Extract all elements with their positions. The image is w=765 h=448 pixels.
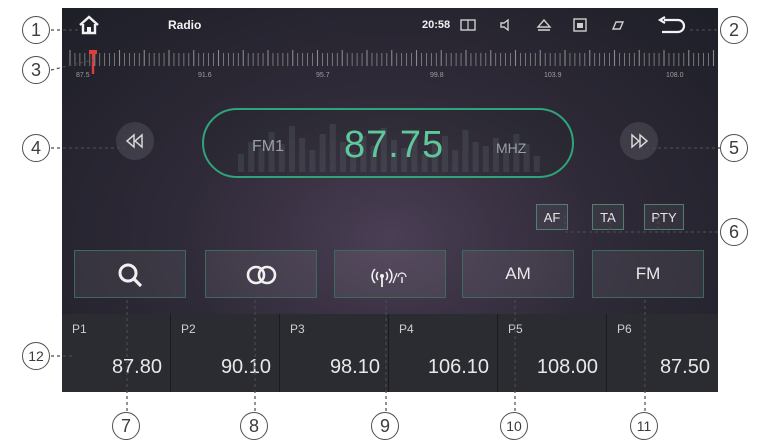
af-button[interactable]: AF bbox=[536, 204, 568, 230]
ruler-label: 99.8 bbox=[430, 72, 444, 79]
ruler-label: 95.7 bbox=[316, 72, 330, 79]
ruler-label: 91.6 bbox=[198, 72, 212, 79]
preset-name: P3 bbox=[290, 322, 305, 336]
preset-frequency: 106.10 bbox=[427, 356, 489, 378]
callout-2: 2 bbox=[720, 16, 748, 44]
preset-p5[interactable]: P5 108.00 bbox=[498, 314, 607, 392]
status-bar: Radio 20:58 bbox=[62, 8, 718, 44]
ruler-label: 103.9 bbox=[544, 72, 562, 79]
minimize-icon[interactable] bbox=[610, 17, 626, 33]
preset-frequency: 108.00 bbox=[536, 356, 598, 378]
spectrum-bar bbox=[452, 150, 459, 172]
callout-3: 3 bbox=[22, 56, 50, 84]
spectrum-bar bbox=[482, 146, 489, 172]
callout-4: 4 bbox=[22, 134, 50, 162]
pty-button[interactable]: PTY bbox=[644, 204, 684, 230]
callout-11: 11 bbox=[630, 412, 658, 440]
preset-name: P6 bbox=[617, 322, 632, 336]
search-button[interactable] bbox=[74, 250, 186, 298]
back-icon[interactable] bbox=[656, 16, 686, 36]
page-title: Radio bbox=[168, 18, 202, 32]
frequency-value: 87.75 bbox=[344, 124, 445, 166]
speaker-icon[interactable] bbox=[498, 17, 514, 33]
callout-12: 12 bbox=[22, 342, 50, 370]
preset-name: P5 bbox=[508, 322, 523, 336]
frequency-display: FM1 87.75 MHZ bbox=[202, 108, 574, 178]
ruler-label: 108.0 bbox=[666, 72, 684, 79]
callout-1: 1 bbox=[22, 16, 50, 44]
stereo-icon bbox=[246, 265, 277, 285]
ta-button[interactable]: TA bbox=[592, 204, 624, 230]
spectrum-bar bbox=[329, 124, 336, 172]
preset-frequency: 87.80 bbox=[111, 356, 162, 378]
callout-5: 5 bbox=[720, 134, 748, 162]
seek-forward-icon bbox=[631, 133, 649, 149]
callout-9: 9 bbox=[371, 412, 399, 440]
local-distance-button[interactable] bbox=[334, 250, 446, 298]
preset-p3[interactable]: P3 98.10 bbox=[280, 314, 389, 392]
spectrum-bar bbox=[319, 134, 326, 172]
preset-frequency: 90.10 bbox=[220, 356, 271, 378]
radio-screen: Radio 20:58 87.5 91.6 95.7 99.8 103.9 10… bbox=[62, 8, 718, 392]
preset-name: P4 bbox=[399, 322, 414, 336]
callout-7: 7 bbox=[112, 412, 140, 440]
preset-frequency: 98.10 bbox=[329, 356, 380, 378]
preset-p4[interactable]: P4 106.10 bbox=[389, 314, 498, 392]
spectrum-bar bbox=[533, 156, 540, 172]
seek-next-button[interactable] bbox=[620, 122, 658, 160]
frequency-ruler[interactable]: 87.5 91.6 95.7 99.8 103.9 108.0 bbox=[62, 44, 718, 94]
callout-10: 10 bbox=[500, 412, 528, 440]
callout-8: 8 bbox=[240, 412, 268, 440]
preset-p6[interactable]: P6 87.50 bbox=[607, 314, 718, 392]
search-icon bbox=[118, 263, 143, 288]
preset-list: P1 87.80 P2 90.10 P3 98.10 P4 106.10 P5 … bbox=[62, 314, 718, 392]
stereo-button[interactable] bbox=[205, 250, 317, 298]
preset-p2[interactable]: P2 90.10 bbox=[171, 314, 280, 392]
ruler-label: 87.5 bbox=[76, 72, 90, 79]
fm-button[interactable]: FM bbox=[592, 250, 704, 298]
am-button[interactable]: AM bbox=[462, 250, 574, 298]
antenna-icon bbox=[371, 268, 407, 287]
home-icon[interactable] bbox=[78, 14, 100, 36]
preset-name: P2 bbox=[181, 322, 196, 336]
preset-frequency: 87.50 bbox=[659, 356, 710, 378]
spectrum-bar bbox=[462, 130, 469, 172]
spectrum-bar bbox=[238, 154, 244, 172]
window-icon[interactable] bbox=[460, 17, 476, 33]
picture-icon[interactable] bbox=[572, 17, 588, 33]
preset-p1[interactable]: P1 87.80 bbox=[62, 314, 171, 392]
spectrum-bar bbox=[299, 138, 306, 172]
callout-6: 6 bbox=[720, 218, 748, 246]
seek-prev-button[interactable] bbox=[116, 122, 154, 160]
eject-icon[interactable] bbox=[536, 17, 552, 33]
frequency-unit: MHZ bbox=[496, 140, 527, 156]
spectrum-bar bbox=[309, 150, 316, 172]
clock: 20:58 bbox=[422, 19, 451, 31]
preset-name: P1 bbox=[72, 322, 87, 336]
spectrum-bar bbox=[289, 126, 295, 172]
spectrum-bar bbox=[472, 142, 479, 172]
band-label: FM1 bbox=[252, 138, 284, 155]
seek-back-icon bbox=[125, 133, 143, 149]
